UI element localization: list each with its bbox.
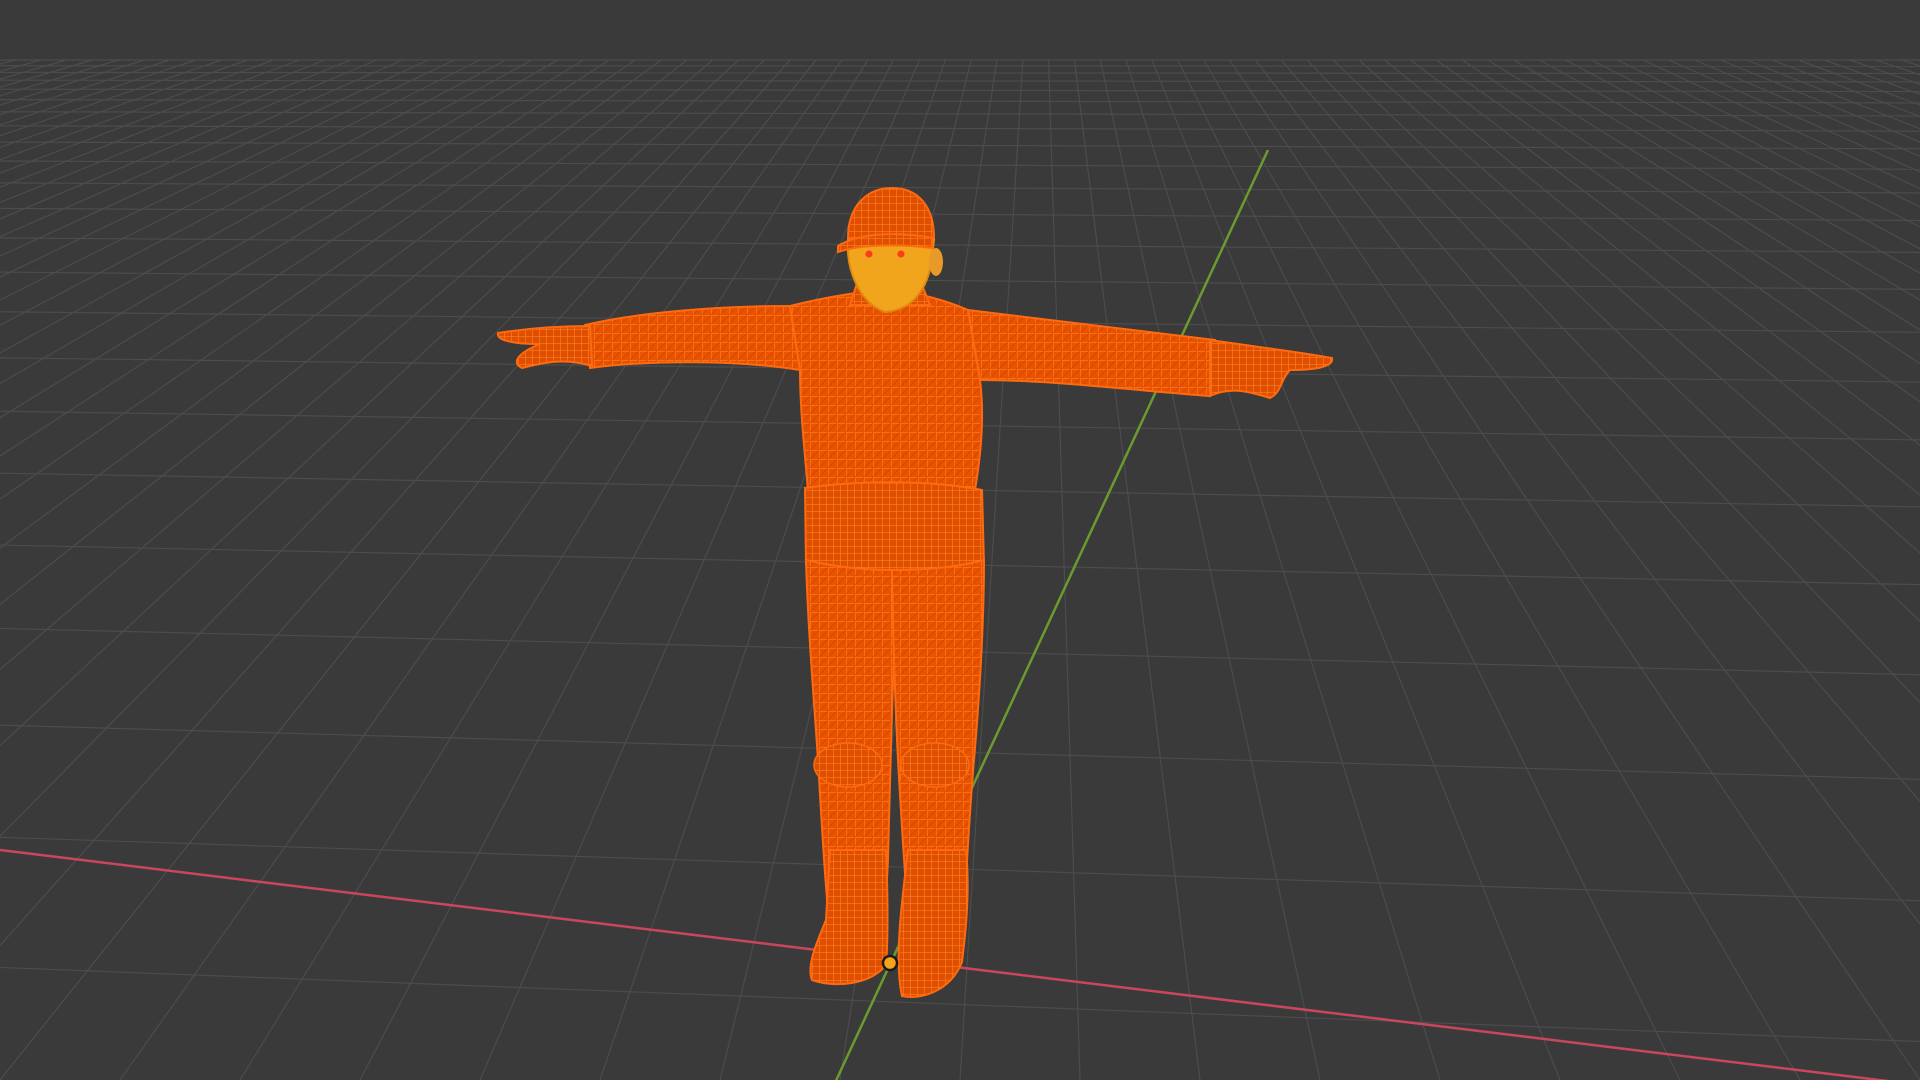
grid-line [1849, 59, 1920, 85]
grid-line [1410, 59, 1920, 446]
grid-line [0, 141, 1920, 150]
grid-line [0, 160, 1920, 170]
grid-line [0, 59, 558, 385]
grid-line [1642, 59, 1920, 190]
right-hand-mesh [1209, 338, 1334, 400]
grid-line [0, 59, 119, 97]
grid-line [1668, 59, 1920, 173]
left-arm-mesh [583, 304, 802, 372]
grid-line [0, 59, 610, 457]
grid-line [0, 59, 67, 80]
grid-line [0, 99, 1920, 104]
grid-line [1875, 59, 1920, 76]
viewport-scene[interactable] [0, 0, 1920, 1080]
grid-line [1616, 59, 1920, 208]
right-knee-mesh [900, 742, 970, 788]
grid-line [0, 59, 41, 73]
grid-line [0, 59, 222, 137]
grid-line [1177, 59, 1681, 1080]
grid-line [1048, 59, 1081, 1080]
grid-line [0, 59, 326, 188]
grid-line [0, 59, 688, 606]
grid-line [1125, 59, 1441, 1080]
grid-line [1823, 59, 1920, 95]
left-hand-mesh [496, 324, 594, 370]
grid-line [1901, 59, 1920, 67]
grid-line [1720, 59, 1920, 143]
grid-line [0, 59, 274, 161]
grid-line [1203, 59, 1801, 1080]
grid-line [1694, 59, 1920, 157]
grid-line [0, 237, 1920, 253]
grid-line [1772, 59, 1920, 118]
grid-line [1591, 59, 1920, 228]
grid-line [0, 59, 584, 419]
left-boot-mesh [809, 849, 889, 986]
grid-line [1435, 59, 1920, 403]
grid-line [0, 182, 1920, 194]
origin-dot-icon[interactable] [881, 954, 899, 972]
right-boot-mesh [897, 849, 969, 998]
grid-line [0, 59, 248, 149]
grid-line [1280, 59, 1920, 803]
grid-line [1332, 59, 1920, 623]
grid-line [1487, 59, 1920, 331]
grid-line [0, 271, 1920, 290]
grid-line [0, 125, 1920, 132]
3d-viewport[interactable] [0, 0, 1920, 1080]
grid-line [0, 59, 532, 354]
grid-line [0, 59, 196, 126]
grid-line [1461, 59, 1920, 365]
grid-line [0, 59, 15, 65]
grid-line [0, 207, 1920, 222]
grid-line [0, 966, 1920, 1043]
grid-line [0, 59, 714, 671]
left-knee-mesh [813, 742, 883, 788]
grid-line [1254, 59, 1920, 925]
grid-line [1358, 59, 1920, 554]
waist-mesh [803, 481, 986, 576]
grid-line [0, 59, 455, 278]
left-eye [865, 250, 873, 258]
character-mesh[interactable] [496, 186, 1334, 998]
grid-line [0, 88, 1920, 93]
grid-line [0, 59, 662, 549]
right-eye [897, 250, 905, 258]
ear-mesh [929, 248, 943, 276]
grid-line [0, 59, 377, 220]
torso-mesh [788, 288, 984, 491]
grid-line [1229, 59, 1920, 1080]
grid-line [1539, 59, 1920, 274]
grid-line [0, 59, 171, 116]
grid-line [0, 59, 403, 238]
grid-line [0, 71, 1920, 75]
